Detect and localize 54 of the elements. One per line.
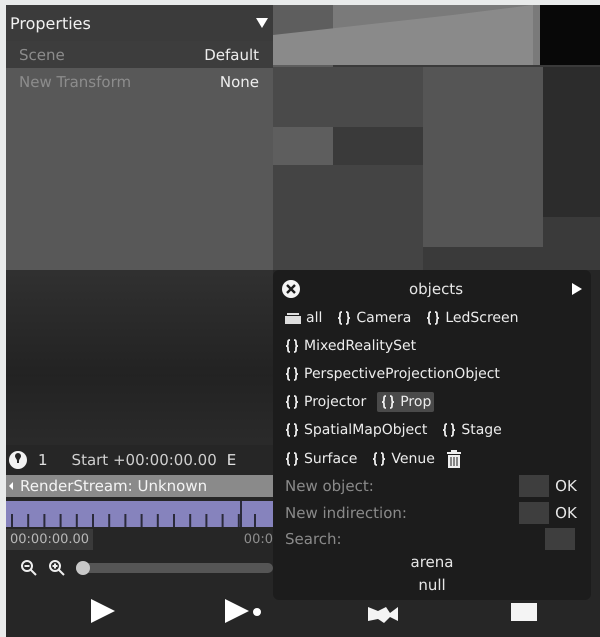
zoom-out-icon[interactable] bbox=[20, 559, 38, 577]
dropdown-icon[interactable] bbox=[255, 17, 269, 29]
collapse-icon[interactable] bbox=[8, 481, 14, 491]
close-icon[interactable] bbox=[281, 278, 301, 299]
ok-button[interactable]: OK bbox=[549, 476, 583, 495]
input-field[interactable] bbox=[519, 474, 549, 497]
type-filter[interactable]: SpatialMapObject bbox=[281, 420, 430, 440]
start-time: Start +00:00:00.00 bbox=[72, 451, 217, 469]
zoom-in-icon[interactable] bbox=[48, 559, 66, 577]
braces-icon bbox=[284, 338, 300, 354]
result-item[interactable]: null bbox=[281, 576, 583, 600]
type-filter[interactable]: Surface bbox=[281, 448, 360, 468]
track-number: 1 bbox=[38, 451, 48, 469]
play-dot-icon[interactable] bbox=[222, 597, 262, 625]
braces-icon bbox=[380, 394, 396, 410]
zoom-slider[interactable] bbox=[76, 563, 273, 573]
braces-icon bbox=[441, 422, 458, 438]
braces-icon bbox=[284, 422, 300, 438]
time-end: 00:0 bbox=[244, 532, 273, 546]
type-filter[interactable]: Projector bbox=[281, 392, 370, 412]
type-filter[interactable]: all bbox=[281, 308, 326, 328]
braces-icon bbox=[284, 450, 300, 466]
timeline-ruler[interactable] bbox=[6, 501, 273, 527]
time-start: 00:00:00.00 bbox=[6, 528, 94, 550]
result-item[interactable]: arena bbox=[281, 552, 583, 576]
type-filter[interactable]: Venue bbox=[368, 448, 438, 468]
property-value[interactable]: None bbox=[220, 72, 259, 90]
braces-icon bbox=[284, 366, 300, 382]
braces-icon bbox=[284, 394, 300, 410]
field-label: New indirection: bbox=[285, 504, 408, 522]
expand-icon[interactable] bbox=[570, 282, 583, 296]
braces-icon bbox=[371, 450, 388, 466]
field-label: Search: bbox=[285, 530, 343, 548]
type-filter[interactable]: Stage bbox=[438, 420, 505, 440]
type-filter[interactable]: MixedRealitySet bbox=[281, 336, 420, 356]
field-label: New object: bbox=[285, 476, 375, 495]
stop-icon[interactable] bbox=[510, 600, 538, 622]
end-label: E bbox=[226, 451, 236, 469]
track-name: RenderStream: Unknown bbox=[20, 477, 208, 495]
input-field[interactable] bbox=[519, 502, 549, 524]
popup-title: objects bbox=[408, 280, 464, 298]
braces-icon bbox=[336, 310, 352, 326]
ok-button[interactable]: OK bbox=[549, 504, 583, 522]
braces-icon bbox=[425, 310, 442, 326]
type-filter[interactable]: Prop bbox=[377, 392, 434, 412]
property-value[interactable]: Default bbox=[204, 46, 259, 64]
tray-icon bbox=[284, 310, 302, 325]
property-label: Scene bbox=[19, 46, 65, 64]
input-field[interactable] bbox=[545, 528, 575, 550]
type-filter[interactable]: Camera bbox=[333, 308, 414, 328]
type-filter[interactable]: PerspectiveProjectionObject bbox=[281, 364, 503, 384]
trash-icon[interactable] bbox=[446, 448, 462, 468]
type-filter[interactable]: LedScreen bbox=[422, 308, 522, 328]
panel-title: Properties bbox=[10, 14, 91, 32]
